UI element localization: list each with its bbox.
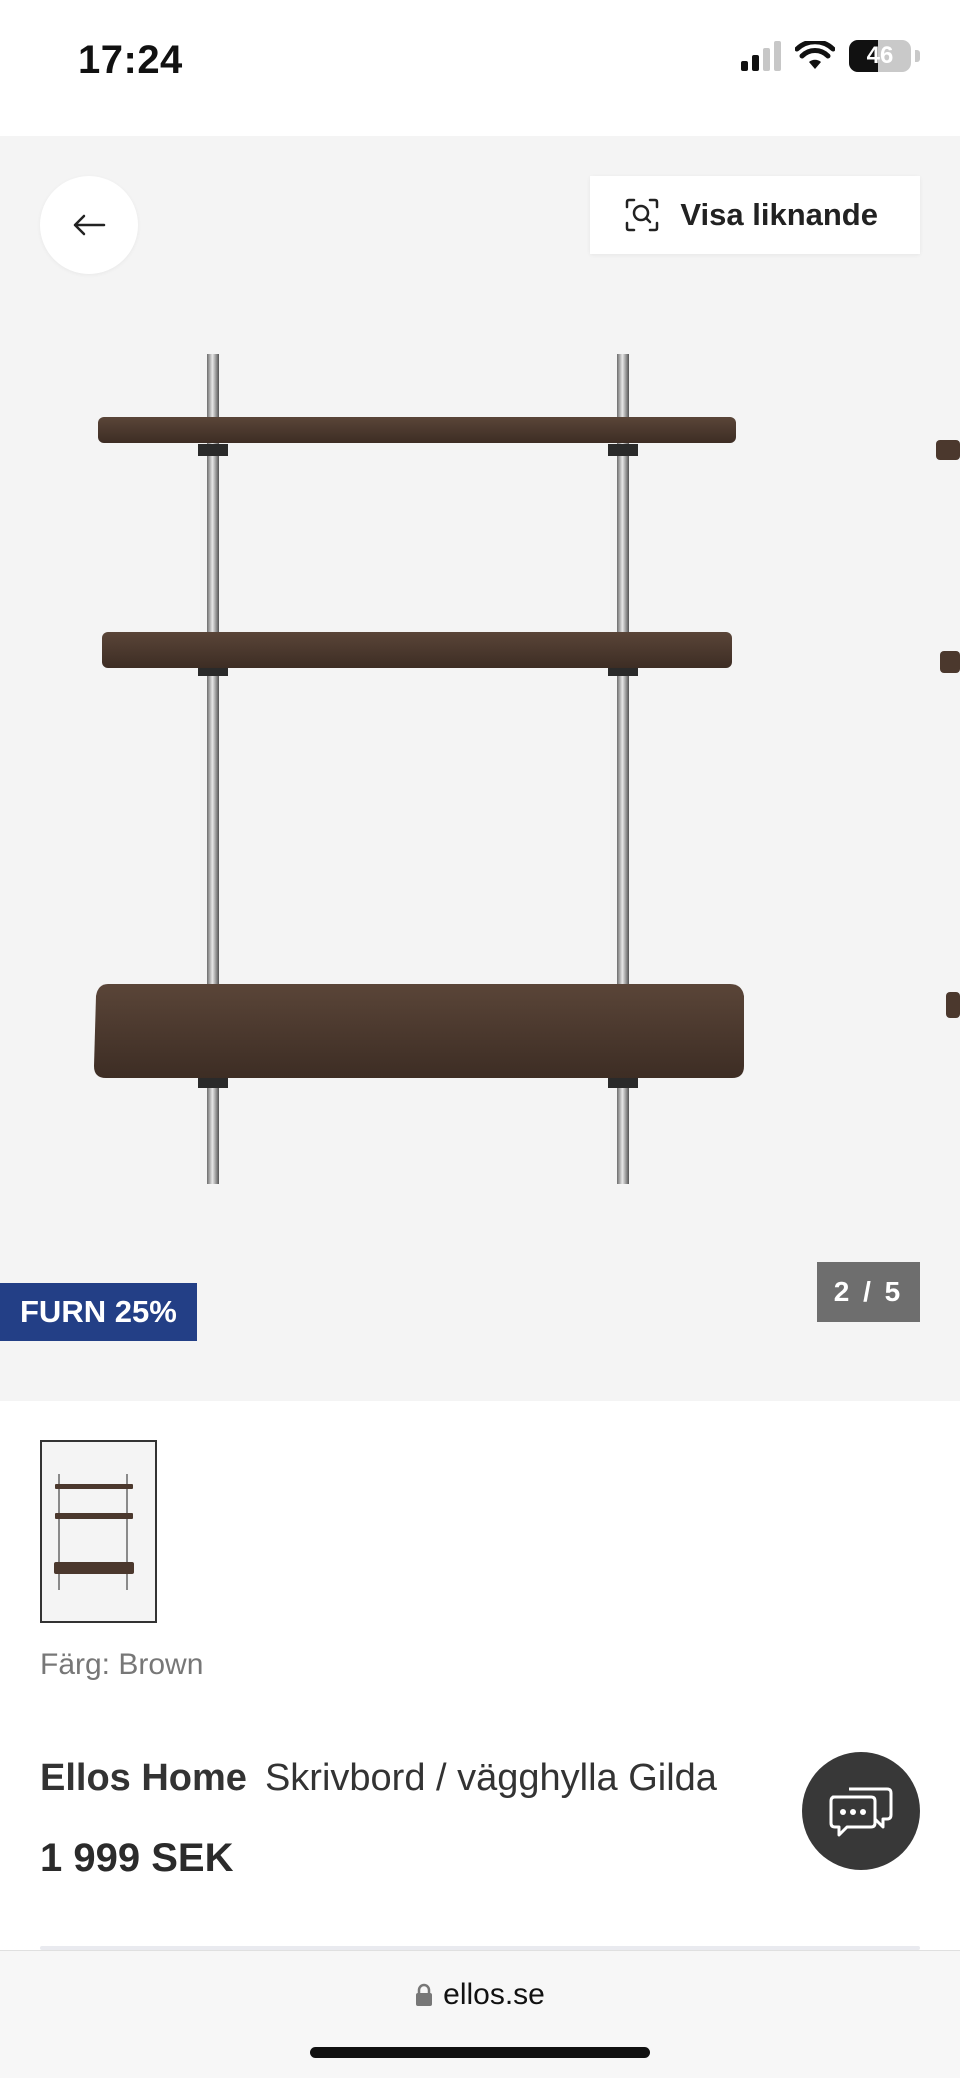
- chat-bubbles-icon: [829, 1787, 893, 1837]
- browser-url-bar[interactable]: [0, 1950, 960, 2078]
- thumbnail-image: [54, 1474, 134, 1590]
- status-bar: 17:24 46: [0, 0, 960, 136]
- image-thumbnail[interactable]: [40, 1440, 157, 1623]
- back-button[interactable]: [40, 176, 138, 274]
- product-title: Ellos Home Skrivbord / vägghylla Gilda: [40, 1757, 717, 1800]
- image-counter: 2 / 5: [817, 1262, 920, 1322]
- show-similar-button[interactable]: Visa liknande: [590, 176, 920, 254]
- arrow-left-icon: [73, 214, 106, 236]
- url-display[interactable]: ellos.se: [0, 1978, 960, 2012]
- battery-icon: 46: [849, 40, 911, 72]
- url-text: ellos.se: [443, 1978, 545, 2011]
- color-label: Färg: Brown: [40, 1648, 204, 1681]
- status-icons: 46: [741, 40, 920, 72]
- battery-percent: 46: [866, 42, 894, 69]
- lock-icon: [416, 1983, 433, 2006]
- product-image: [94, 354, 960, 1184]
- product-brand[interactable]: Ellos Home: [40, 1757, 247, 1799]
- status-time: 17:24: [78, 38, 183, 82]
- product-image-gallery[interactable]: Visa liknande FURN 25% 2 / 5: [0, 136, 960, 1401]
- cellular-signal-icon: [741, 41, 781, 71]
- product-price: 1 999 SEK: [40, 1836, 234, 1880]
- wifi-icon: [795, 41, 835, 69]
- product-name: Skrivbord / vägghylla Gilda: [264, 1757, 717, 1799]
- home-indicator[interactable]: [310, 2047, 650, 2058]
- show-similar-label: Visa liknande: [680, 197, 878, 232]
- battery-tip: [915, 50, 920, 62]
- discount-badge: FURN 25%: [0, 1283, 197, 1341]
- chat-button[interactable]: [802, 1752, 920, 1870]
- visual-search-icon: [626, 198, 659, 232]
